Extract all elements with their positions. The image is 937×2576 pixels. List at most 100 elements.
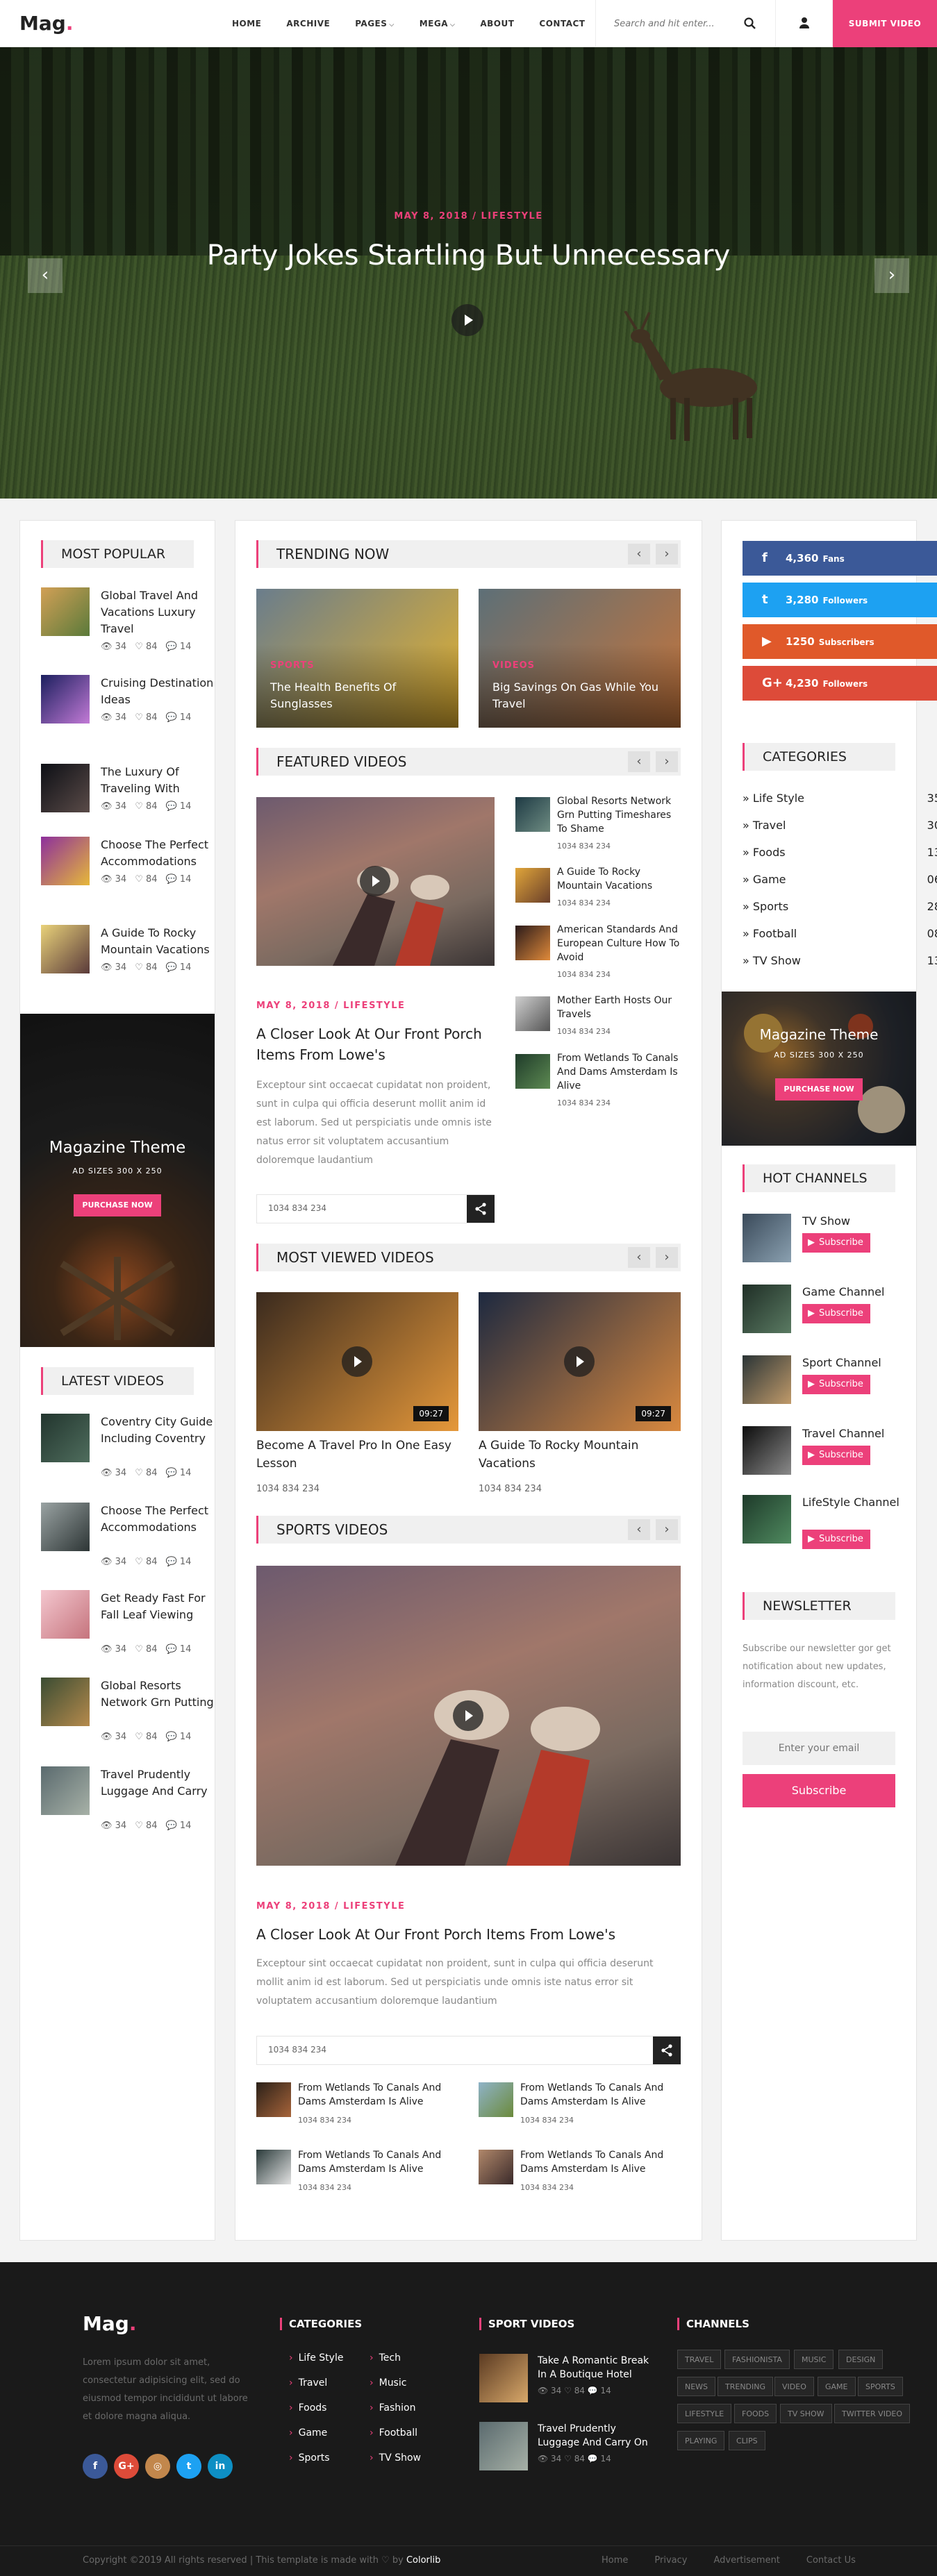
featured-post-title[interactable]: A Closer Look At Our Front Porch Items F…: [256, 1023, 495, 1065]
footer-category-link[interactable]: Tech: [370, 2352, 401, 2364]
category-name[interactable]: » Football: [743, 927, 797, 940]
site-logo[interactable]: Mag.: [19, 12, 73, 35]
video-title[interactable]: Take A Romantic Break In A Boutique Hote…: [538, 2354, 652, 2382]
channel-tag[interactable]: VIDEO: [774, 2377, 814, 2396]
popular-post-item[interactable]: The Luxury Of Traveling With 👁 34 ♡ 84 💬 14: [41, 764, 215, 833]
footer-category-link[interactable]: Life Style: [289, 2352, 344, 2364]
submit-video-button[interactable]: SUBMIT VIDEO: [833, 0, 937, 47]
video-title[interactable]: A Guide To Rocky Mountain Vacations: [479, 1437, 681, 1473]
play-button[interactable]: [342, 1346, 372, 1377]
social-counter[interactable]: G+ 4,230 Followers: [743, 666, 937, 701]
channel-name[interactable]: Sport Channel: [802, 1355, 937, 1371]
channel-name[interactable]: TV Show: [802, 1214, 937, 1229]
play-button[interactable]: [564, 1346, 595, 1377]
prev-arrow[interactable]: ‹: [628, 1519, 650, 1540]
social-counter[interactable]: t 3,280 Followers: [743, 583, 937, 617]
colorlib-link[interactable]: Colorlib: [406, 2555, 440, 2566]
subscribe-button[interactable]: ▶ Subscribe: [802, 1530, 870, 1549]
video-title[interactable]: Global Resorts Network Grn Putting Times…: [557, 794, 681, 836]
footer-category-link[interactable]: Music: [370, 2377, 407, 2389]
ad-banner-right[interactable]: Magazine Theme AD SIZES 300 X 250 PURCHA…: [722, 992, 916, 1146]
hero-prev-arrow[interactable]: ‹: [28, 258, 63, 293]
footer-link-advertisement[interactable]: Advertisement: [713, 2555, 779, 2566]
channel-tag[interactable]: SPORTS: [858, 2377, 903, 2396]
channel-thumbnail[interactable]: [743, 1355, 791, 1404]
google-plus-icon[interactable]: G+: [114, 2454, 139, 2479]
footer-category-link[interactable]: Fashion: [370, 2402, 416, 2414]
video-thumbnail[interactable]: 09:27: [256, 1292, 458, 1431]
channel-thumbnail[interactable]: [743, 1495, 791, 1544]
card-category[interactable]: VIDEOS: [492, 660, 535, 671]
channel-tag[interactable]: CLIPS: [729, 2431, 765, 2450]
popular-post-item[interactable]: Choose The Perfect Accommodations 👁 34 ♡ 8…: [41, 837, 215, 906]
post-title[interactable]: Choose The Perfect Accommodations: [101, 837, 215, 870]
popular-post-item[interactable]: Global Travel And Vacations Luxury Trave…: [41, 587, 215, 657]
nav-contact[interactable]: CONTACT: [539, 19, 585, 28]
card-category[interactable]: SPORTS: [270, 660, 315, 671]
latest-video-item[interactable]: Get Ready Fast For Fall Leaf Viewing 👁 34…: [41, 1590, 215, 1659]
channel-thumbnail[interactable]: [743, 1285, 791, 1333]
channel-tag[interactable]: MUSIC: [794, 2350, 834, 2369]
video-title[interactable]: Global Resorts Network Grn Putting: [101, 1678, 215, 1711]
video-thumbnail[interactable]: 09:27: [479, 1292, 681, 1431]
footer-link-privacy[interactable]: Privacy: [654, 2555, 687, 2566]
category-item[interactable]: » Sports 28: [743, 894, 937, 919]
video-thumbnail[interactable]: [515, 1054, 550, 1089]
subscribe-button[interactable]: ▶ Subscribe: [802, 1233, 870, 1253]
post-thumbnail[interactable]: [41, 837, 90, 885]
next-arrow[interactable]: ›: [656, 751, 678, 772]
subscribe-button[interactable]: ▶ Subscribe: [802, 1304, 870, 1323]
footer-link-home[interactable]: Home: [602, 2555, 628, 2566]
subscribe-button[interactable]: ▶ Subscribe: [802, 1375, 870, 1394]
footer-category-link[interactable]: Sports: [289, 2452, 330, 2464]
post-title[interactable]: A Guide To Rocky Mountain Vacations: [101, 925, 215, 958]
video-title[interactable]: Become A Travel Pro In One Easy Lesson: [256, 1437, 458, 1473]
twitter-icon[interactable]: t: [176, 2454, 201, 2479]
purchase-now-button[interactable]: PURCHASE NOW: [775, 1078, 863, 1101]
featured-video-thumbnail[interactable]: [256, 797, 495, 966]
channel-tag[interactable]: GAME: [818, 2377, 856, 2396]
channel-name[interactable]: Travel Channel: [802, 1426, 937, 1441]
post-thumbnail[interactable]: [41, 764, 90, 812]
category-name[interactable]: » Sports: [743, 900, 788, 913]
category-name[interactable]: » TV Show: [743, 954, 801, 967]
category-name[interactable]: » Travel: [743, 819, 786, 832]
footer-category-link[interactable]: TV Show: [370, 2452, 421, 2464]
next-arrow[interactable]: ›: [656, 544, 678, 564]
channel-thumbnail[interactable]: [743, 1426, 791, 1475]
search-input[interactable]: [614, 17, 736, 31]
channel-name[interactable]: Game Channel: [802, 1285, 937, 1300]
popular-post-item[interactable]: A Guide To Rocky Mountain Vacations 👁 34 ♡…: [41, 925, 215, 994]
video-thumbnail[interactable]: [41, 1414, 90, 1462]
post-title[interactable]: The Luxury Of Traveling With: [101, 764, 215, 797]
play-button[interactable]: [360, 866, 390, 896]
ad-banner-left[interactable]: Magazine Theme AD SIZES 300 X 250 PURCHA…: [20, 1014, 215, 1347]
video-thumbnail[interactable]: [256, 2082, 291, 2117]
newsletter-subscribe-button[interactable]: Subscribe: [743, 1774, 895, 1807]
video-title[interactable]: Coventry City Guide Including Coventry: [101, 1414, 215, 1447]
footer-logo[interactable]: Mag.: [83, 2312, 136, 2335]
post-thumbnail[interactable]: [41, 587, 90, 636]
channel-name[interactable]: LifeStyle Channel: [802, 1495, 937, 1510]
video-thumbnail[interactable]: [479, 2422, 528, 2470]
video-title[interactable]: American Standards And European Culture …: [557, 923, 681, 964]
sports-post-title[interactable]: A Closer Look At Our Front Porch Items F…: [256, 1924, 681, 1945]
category-item[interactable]: » TV Show 13: [743, 948, 937, 973]
video-title[interactable]: From Wetlands To Canals And Dams Amsterd…: [557, 1051, 681, 1093]
nav-archive[interactable]: ARCHIVE: [286, 19, 330, 28]
social-counter[interactable]: ▶ 1250 Subscribers: [743, 624, 937, 659]
video-thumbnail[interactable]: [41, 1503, 90, 1551]
video-thumbnail[interactable]: [256, 2150, 291, 2184]
share-button[interactable]: [467, 1195, 495, 1223]
card-title[interactable]: The Health Benefits Of Sunglasses: [270, 679, 437, 712]
subscribe-button[interactable]: ▶ Subscribe: [802, 1446, 870, 1465]
hero-next-arrow[interactable]: ›: [874, 258, 909, 293]
latest-video-item[interactable]: Coventry City Guide Including Coventry 👁 …: [41, 1414, 215, 1483]
footer-category-link[interactable]: Foods: [289, 2402, 327, 2414]
video-thumbnail[interactable]: [41, 1590, 90, 1639]
purchase-now-button[interactable]: PURCHASE NOW: [74, 1194, 161, 1216]
channel-tag[interactable]: TWITTER VIDEO: [834, 2404, 911, 2423]
post-thumbnail[interactable]: [41, 675, 90, 724]
next-arrow[interactable]: ›: [656, 1247, 678, 1268]
category-name[interactable]: » Life Style: [743, 792, 804, 805]
